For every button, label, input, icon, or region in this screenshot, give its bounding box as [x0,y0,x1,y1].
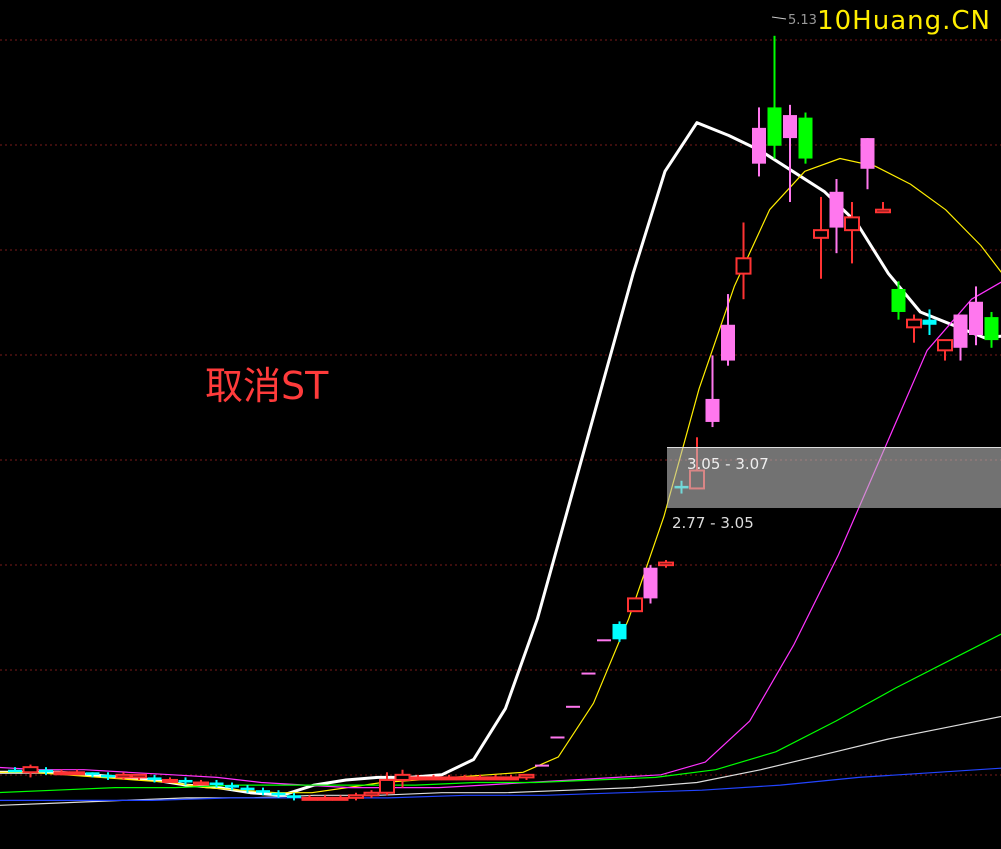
candle-body [39,769,53,773]
candlestick-chart: 5.13 [0,13,1001,806]
grid-lines [0,39,1001,776]
candle-body [115,773,132,779]
candle-body [860,138,875,169]
candle-body [193,781,209,786]
candle-body [813,229,829,239]
candle-body [394,773,411,781]
candle-body [69,771,85,776]
candle-body [767,107,782,146]
candle-body [535,764,549,767]
candle-body [301,796,318,801]
candle-body [441,776,457,781]
candle-body [783,115,797,139]
candle-body [178,779,193,783]
candle-body [8,769,22,773]
candle-body [937,339,953,352]
candle-body [627,597,643,613]
candle-body [658,561,674,567]
candle-body [379,778,395,794]
price-range-lower-label: 2.77 - 3.05 [672,514,754,532]
candle-body [131,773,147,779]
candle-body [332,796,349,801]
candle-body [363,791,380,797]
peak-label: 5.13 [788,13,817,28]
candle-body [518,773,535,779]
candle-body [597,639,611,642]
candle-body [798,117,813,159]
candle-body [472,776,488,781]
candle-body [85,772,100,775]
peak-marker: 5.13 [771,13,817,28]
candle-body [721,324,735,361]
candles [8,35,999,801]
candle-body [271,792,286,796]
candle-body [287,795,301,798]
moving-average-line [0,715,1001,806]
candle-body [581,672,596,675]
candle-body [953,314,968,348]
candle-body [752,127,766,164]
candle-body [456,776,473,781]
moving-average-line [0,281,1001,789]
candle-body [969,301,983,335]
candle-body [209,782,224,786]
candle-body [829,191,844,228]
candle-body [425,776,442,781]
candle-body [984,317,999,341]
candle-body [101,774,115,778]
candle-body [891,288,906,312]
candle-body [348,794,364,799]
candle-body [487,776,504,781]
candle-body [503,776,519,781]
candle-body [566,705,580,708]
candle-body [256,790,270,793]
price-range-upper-label: 3.05 - 3.07 [687,455,769,473]
cancel-st-annotation: 取消ST [205,364,329,408]
candle-body [240,787,255,791]
peak-arrow [771,16,787,20]
candle-body [225,785,239,788]
candle-body [410,776,426,781]
candle-body [317,796,333,801]
candle-body [922,319,937,325]
candle-body [612,623,627,640]
candle-body [53,771,70,776]
candle-body [162,778,178,783]
candle-body [735,257,752,275]
candle-body [147,777,162,780]
candle-body [906,318,922,329]
candle-body [550,736,565,739]
candle-body [643,567,658,599]
candle-body [875,208,891,214]
candle-body [705,398,720,422]
candle-body [844,216,860,232]
moving-average-line [0,633,1001,794]
candle-body [22,766,39,774]
site-watermark: 10Huang.CN [817,6,991,36]
